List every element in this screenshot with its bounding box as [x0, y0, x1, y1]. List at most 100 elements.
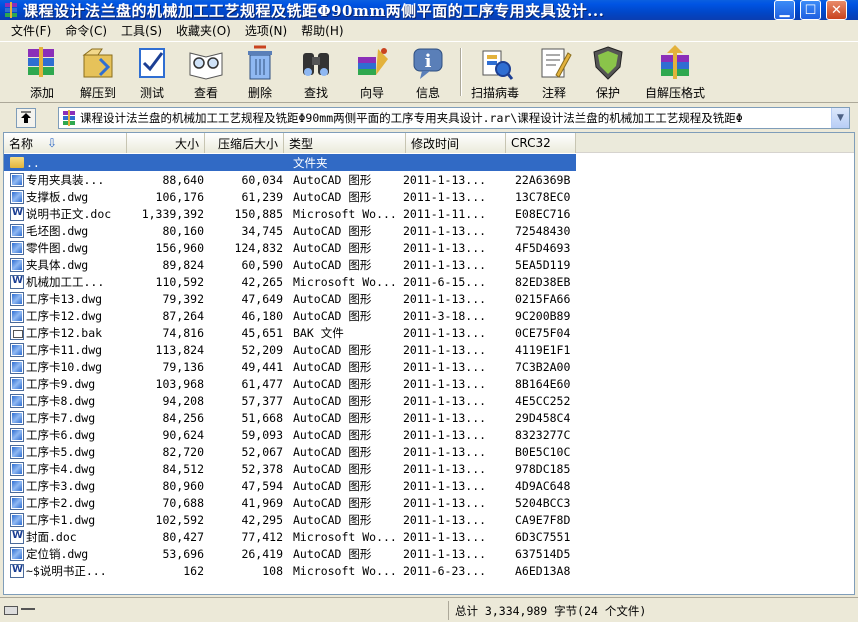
file-row[interactable]: 工序卡12.bak 74,816 45,651 BAK 文件 2011-1-13... 0… [4, 324, 854, 341]
column-header-name[interactable]: 名称 ⇩ [4, 133, 127, 153]
file-modified: 2011-1-13... [403, 376, 487, 391]
title-bar[interactable]: 课程设计法兰盘的机械加工工艺规程及铣距Φ90mm两侧平面的工序专用夹具设计...… [0, 0, 858, 20]
wizard-button[interactable]: 向导 [346, 45, 398, 101]
file-name-cell: .. [4, 156, 126, 170]
file-size: 156,960 [155, 240, 204, 255]
file-row[interactable]: 机械加工工... 110,592 42,265 Microsoft Wo... 2011… [4, 273, 854, 290]
file-row[interactable]: 说明书正文.doc 1,339,392 150,885 Microsoft Wo...… [4, 205, 854, 222]
delete-button[interactable]: 删除 [236, 45, 284, 101]
file-crc: 6D3C7551 [515, 529, 571, 544]
close-button[interactable]: ✕ [826, 0, 847, 20]
file-row[interactable]: 定位销.dwg 53,696 26,419 AutoCAD 图形 2011-1-13..… [4, 545, 854, 562]
dwg-file-icon [10, 495, 24, 510]
file-packed-size: 49,441 [241, 359, 283, 374]
file-row[interactable]: 支撑板.dwg 106,176 61,239 AutoCAD 图形 2011-1-13.… [4, 188, 854, 205]
file-name-cell: 定位销.dwg [4, 546, 126, 562]
view-button[interactable]: 查看 [182, 45, 230, 101]
file-row[interactable]: 工序卡12.dwg 87,264 46,180 AutoCAD 图形 2011-3-18… [4, 307, 854, 324]
file-list[interactable]: 名称 ⇩ 大小 压缩后大小 类型 修改时间 CRC32 .. 文件夹 专用夹具装..… [3, 132, 855, 595]
path-dropdown-button[interactable]: ▼ [831, 108, 849, 128]
file-row[interactable]: 夹具体.dwg 89,824 60,590 AutoCAD 图形 2011-1-13..… [4, 256, 854, 273]
file-type: AutoCAD 图形 [293, 461, 372, 476]
parent-folder-row[interactable]: .. 文件夹 [4, 154, 576, 171]
file-row[interactable]: 工序卡7.dwg 84,256 51,668 AutoCAD 图形 2011-1-13.… [4, 409, 854, 426]
column-header-size[interactable]: 大小 [127, 133, 205, 153]
comment-button[interactable]: 注释 [530, 45, 578, 101]
find-button[interactable]: 查找 [292, 45, 340, 101]
file-modified: 2011-1-13... [403, 240, 487, 255]
dwg-file-icon [10, 393, 24, 408]
file-name-cell: 夹具体.dwg [4, 257, 126, 273]
address-bar: 课程设计法兰盘的机械加工工艺规程及铣距Φ90mm两侧平面的工序专用夹具设计.ra… [0, 104, 858, 131]
key-icon[interactable] [21, 607, 35, 614]
file-type: AutoCAD 图形 [293, 478, 372, 493]
drive-icon[interactable] [4, 606, 18, 615]
file-row[interactable]: 工序卡3.dwg 80,960 47,594 AutoCAD 图形 2011-1-13.… [4, 477, 854, 494]
file-crc: 5EA5D119 [515, 257, 571, 272]
menu-options[interactable]: 选项(N) [238, 22, 294, 39]
file-row[interactable]: 工序卡1.dwg 102,592 42,295 AutoCAD 图形 2011-1-13… [4, 511, 854, 528]
winrar-app-icon[interactable] [3, 2, 19, 18]
up-folder-button[interactable] [16, 108, 36, 128]
menu-favorites[interactable]: 收藏夹(O) [169, 22, 238, 39]
extract-to-button[interactable]: 解压到 [72, 45, 124, 101]
test-button[interactable]: 测试 [128, 45, 176, 101]
file-type: AutoCAD 图形 [293, 393, 372, 408]
file-size: 74,816 [162, 325, 204, 340]
file-row[interactable]: 工序卡9.dwg 103,968 61,477 AutoCAD 图形 2011-1-13… [4, 375, 854, 392]
file-name: 工序卡8.dwg [26, 393, 96, 408]
minimize-button[interactable]: ▁ [774, 0, 795, 20]
file-row[interactable]: 工序卡6.dwg 90,624 59,093 AutoCAD 图形 2011-1-13.… [4, 426, 854, 443]
file-row[interactable]: 工序卡4.dwg 84,512 52,378 AutoCAD 图形 2011-1-13.… [4, 460, 854, 477]
file-modified: 2011-1-13... [403, 359, 487, 374]
file-row[interactable]: 工序卡5.dwg 82,720 52,067 AutoCAD 图形 2011-1-13.… [4, 443, 854, 460]
file-crc: 4E5CC252 [515, 393, 571, 408]
file-row[interactable]: 毛坯图.dwg 80,160 34,745 AutoCAD 图形 2011-1-13..… [4, 222, 854, 239]
column-packed-label: 压缩后大小 [217, 136, 278, 151]
add-button[interactable]: 添加 [16, 45, 68, 101]
file-row[interactable]: 封面.doc 80,427 77,412 Microsoft Wo... 2011-1-… [4, 528, 854, 545]
path-combobox[interactable]: 课程设计法兰盘的机械加工工艺规程及铣距Φ90mm两侧平面的工序专用夹具设计.ra… [58, 107, 850, 129]
column-header-type[interactable]: 类型 [284, 133, 406, 153]
file-type: AutoCAD 图形 [293, 291, 372, 306]
menu-tools[interactable]: 工具(S) [114, 22, 169, 39]
file-packed-size: 52,209 [241, 342, 283, 357]
file-size: 102,592 [155, 512, 204, 527]
column-header-crc[interactable]: CRC32 [506, 133, 576, 153]
file-name: 定位销.dwg [26, 546, 89, 561]
file-type: AutoCAD 图形 [293, 359, 372, 374]
file-row[interactable]: ~$说明书正... 162 108 Microsoft Wo... 2011-6-23.… [4, 562, 854, 579]
doc-file-icon [10, 206, 24, 221]
file-row[interactable]: 零件图.dwg 156,960 124,832 AutoCAD 图形 2011-1-13… [4, 239, 854, 256]
file-name-cell: 毛坯图.dwg [4, 223, 126, 239]
menu-file[interactable]: 文件(F) [4, 22, 58, 39]
menu-commands[interactable]: 命令(C) [58, 22, 114, 39]
file-row[interactable]: 工序卡2.dwg 70,688 41,969 AutoCAD 图形 2011-1-13.… [4, 494, 854, 511]
protect-button[interactable]: 保护 [584, 45, 632, 101]
column-header-packed[interactable]: 压缩后大小 [205, 133, 284, 153]
file-row[interactable]: 工序卡8.dwg 94,208 57,377 AutoCAD 图形 2011-1-13.… [4, 392, 854, 409]
file-rows: .. 文件夹 专用夹具装... 88,640 60,034 AutoCAD 图形 2011-… [4, 154, 854, 579]
maximize-button[interactable]: ☐ [800, 0, 821, 20]
doc-file-icon [10, 274, 24, 289]
file-name-cell: 工序卡11.dwg [4, 342, 126, 358]
menu-help[interactable]: 帮助(H) [294, 22, 350, 39]
file-name-cell: 工序卡6.dwg [4, 427, 126, 443]
info-button[interactable]: i 信息 [404, 45, 452, 101]
rar-archive-icon [61, 110, 77, 126]
file-row[interactable]: 工序卡13.dwg 79,392 47,649 AutoCAD 图形 2011-1-13… [4, 290, 854, 307]
sfx-button[interactable]: 自解压格式 [638, 45, 712, 101]
scan-virus-button[interactable]: 扫描病毒 [466, 45, 524, 101]
file-size: 80,960 [162, 478, 204, 493]
file-packed-size: 41,969 [241, 495, 283, 510]
file-packed-size: 51,668 [241, 410, 283, 425]
file-row[interactable]: 专用夹具装... 88,640 60,034 AutoCAD 图形 2011-1-13.… [4, 171, 854, 188]
file-packed-size: 124,832 [234, 240, 283, 255]
file-modified: 2011-1-13... [403, 410, 487, 425]
minimize-icon: ▁ [779, 2, 790, 18]
dwg-file-icon [10, 461, 24, 476]
column-header-modified[interactable]: 修改时间 [406, 133, 506, 153]
file-row[interactable]: 工序卡10.dwg 79,136 49,441 AutoCAD 图形 2011-1-13… [4, 358, 854, 375]
file-size: 88,640 [162, 172, 204, 187]
file-row[interactable]: 工序卡11.dwg 113,824 52,209 AutoCAD 图形 2011-1-1… [4, 341, 854, 358]
